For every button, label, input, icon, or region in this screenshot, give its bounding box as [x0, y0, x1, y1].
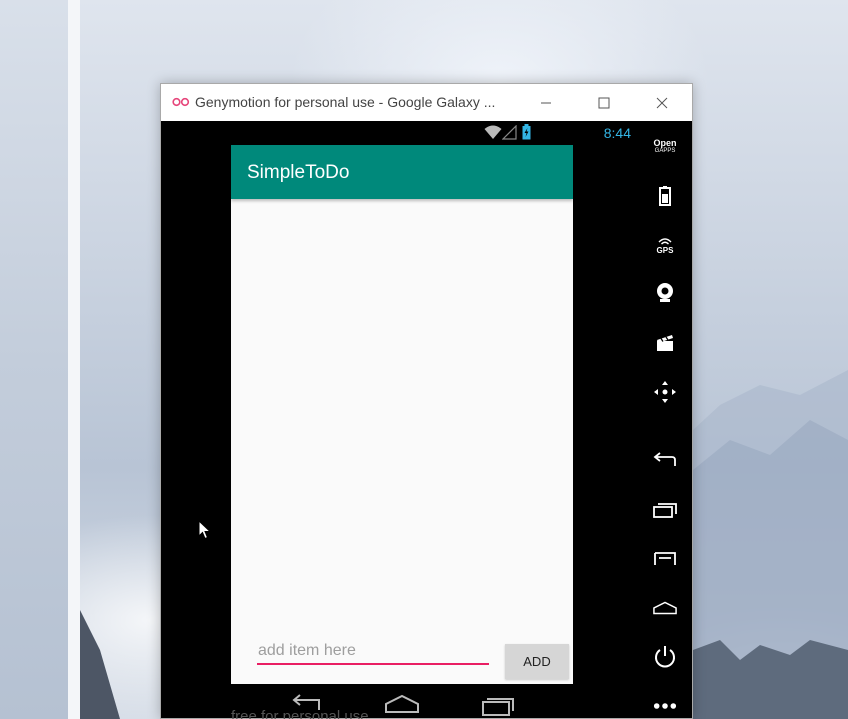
signal-icon	[502, 125, 517, 140]
more-icon	[653, 703, 677, 709]
add-item-input[interactable]	[257, 639, 489, 665]
webcam-tool-button[interactable]	[653, 281, 677, 305]
battery-icon	[659, 186, 671, 206]
status-clock: 8:44	[603, 125, 631, 141]
window-title: Genymotion for personal use - Google Gal…	[195, 94, 496, 110]
minimize-icon	[541, 102, 551, 103]
gps-label: GPS	[656, 245, 674, 255]
window-titlebar[interactable]: Genymotion for personal use - Google Gal…	[161, 84, 692, 121]
home-icon	[653, 601, 677, 615]
power-icon	[655, 646, 675, 668]
back-tool-button[interactable]	[653, 448, 677, 472]
desktop-left-panel	[0, 0, 68, 719]
close-button[interactable]	[639, 84, 685, 121]
recent-apps-icon	[653, 503, 677, 518]
gps-icon	[658, 237, 672, 245]
desktop-window-edge	[68, 0, 80, 719]
opengapps-button[interactable]: Open GAPPS	[647, 139, 683, 155]
opengapps-label-top: Open	[653, 138, 677, 148]
mouse-cursor-icon	[198, 520, 212, 540]
android-nav-bar	[231, 684, 573, 719]
app-toolbar: SimpleToDo	[231, 145, 573, 199]
wifi-icon	[484, 125, 502, 139]
battery-charging-icon	[522, 124, 531, 140]
genymotion-logo-icon	[172, 97, 190, 107]
webcam-icon	[657, 283, 673, 302]
app-screen: SimpleToDo ADD	[231, 145, 573, 684]
android-status-bar: 8:44	[161, 121, 631, 145]
maximize-button[interactable]	[581, 84, 627, 121]
gps-tool-button[interactable]: GPS	[653, 234, 677, 258]
more-tool-button[interactable]	[653, 694, 677, 718]
home-tool-button[interactable]	[653, 596, 677, 620]
todo-item-list[interactable]	[231, 199, 573, 629]
home-icon[interactable]	[384, 694, 420, 714]
dpad-tool-button[interactable]	[653, 380, 677, 404]
add-button[interactable]: ADD	[505, 644, 569, 679]
power-tool-button[interactable]	[653, 645, 677, 669]
dpad-icon	[654, 381, 676, 403]
recent-apps-tool-button[interactable]	[653, 498, 677, 522]
app-title: SimpleToDo	[247, 162, 350, 183]
screencast-icon	[657, 335, 673, 351]
maximize-icon	[598, 97, 610, 108]
genymotion-window: Genymotion for personal use - Google Gal…	[160, 83, 693, 719]
opengapps-label-bottom: GAPPS	[654, 148, 676, 154]
screencast-tool-button[interactable]	[653, 331, 677, 355]
battery-tool-button[interactable]	[653, 184, 677, 208]
menu-tool-button[interactable]	[653, 547, 677, 571]
recents-icon[interactable]	[481, 694, 515, 716]
menu-icon	[654, 552, 676, 565]
genymotion-sidebar: Open GAPPS GPS	[637, 121, 693, 719]
minimize-button[interactable]	[523, 84, 569, 121]
back-icon[interactable]	[289, 694, 323, 714]
close-icon	[656, 97, 668, 108]
back-icon	[653, 452, 676, 466]
